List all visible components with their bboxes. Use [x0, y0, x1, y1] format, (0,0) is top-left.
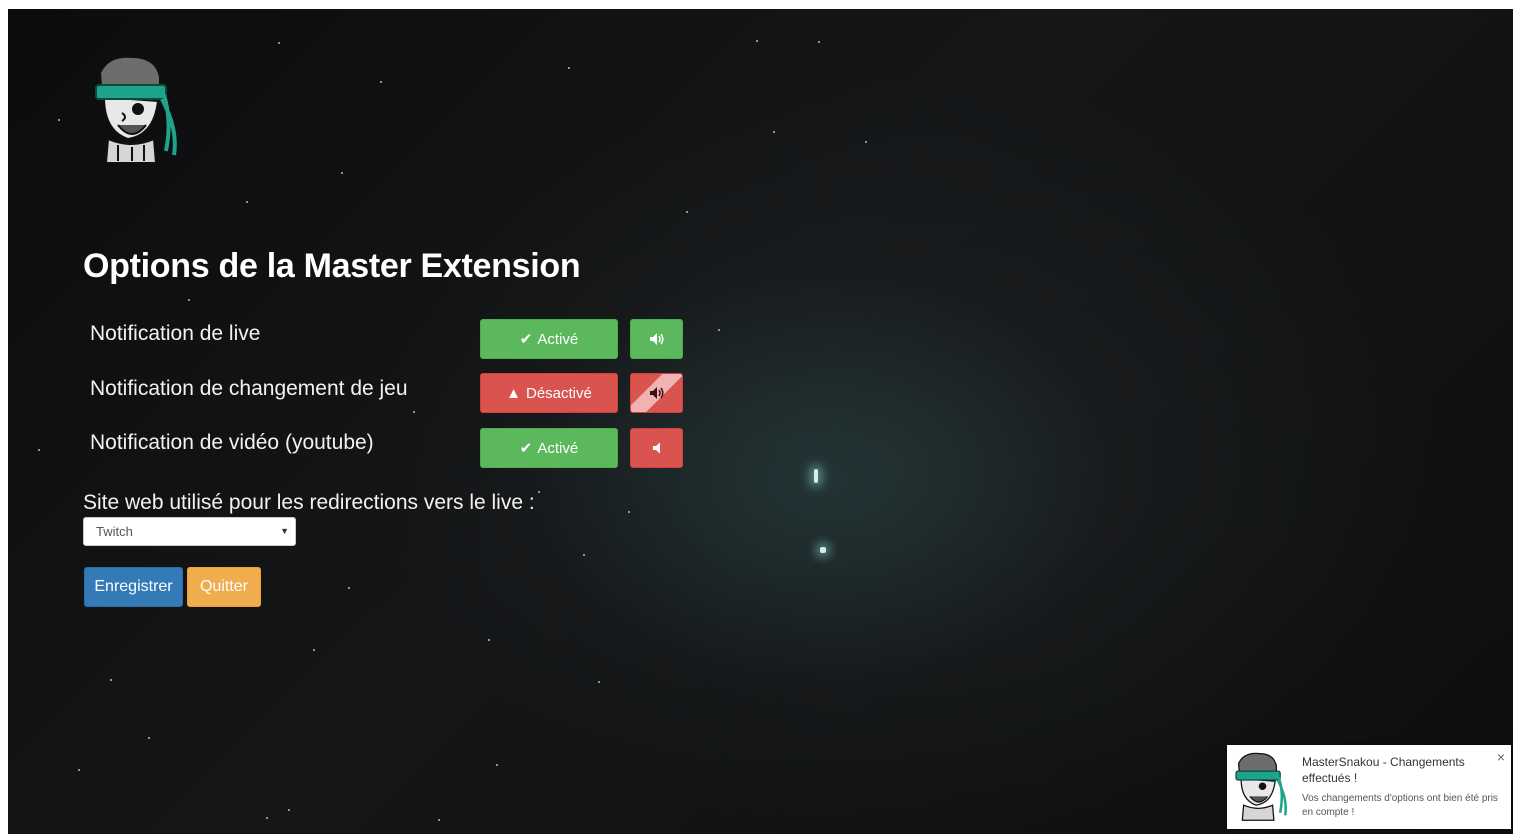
toast-body: Vos changements d'options ont bien été p…	[1302, 793, 1498, 818]
close-icon[interactable]: ×	[1497, 749, 1505, 765]
option-label-game-change: Notification de changement de jeu	[90, 377, 408, 400]
save-button[interactable]: Enregistrer	[84, 567, 183, 607]
video-sound-button[interactable]	[630, 428, 683, 468]
option-label-video: Notification de vidéo (youtube)	[90, 431, 374, 454]
volume-off-icon	[652, 442, 660, 454]
mascot-avatar	[95, 55, 177, 163]
notification-toast[interactable]: MasterSnakou - Changements effectués ! V…	[1227, 745, 1511, 829]
toast-title: MasterSnakou - Changements effectués !	[1302, 755, 1465, 785]
option-label-live: Notification de live	[90, 322, 261, 345]
page-title: Options de la Master Extension	[83, 247, 581, 285]
site-select[interactable]: Twitch ▼	[83, 517, 296, 546]
check-icon: ✔	[519, 331, 533, 348]
dropdown-arrow-icon: ▼	[280, 526, 289, 536]
mascot-avatar	[1235, 752, 1287, 821]
game-change-sound-button[interactable]	[630, 373, 683, 413]
live-sound-button[interactable]	[630, 319, 683, 359]
volume-up-icon	[649, 387, 663, 399]
volume-up-icon	[649, 333, 663, 345]
check-icon: ✔	[519, 440, 533, 457]
space-background	[8, 9, 1513, 834]
site-select-value: Twitch	[96, 524, 133, 539]
warning-icon: ▲	[506, 384, 521, 402]
options-page: Options de la Master Extension Notificat…	[8, 9, 1513, 834]
site-label: Site web utilisé pour les redirections v…	[83, 491, 535, 514]
quit-button[interactable]: Quitter	[187, 567, 261, 607]
live-toggle-button[interactable]: ✔ Activé	[480, 319, 618, 359]
video-toggle-button[interactable]: ✔ Activé	[480, 428, 618, 468]
game-change-toggle-button[interactable]: ▲ Désactivé	[480, 373, 618, 413]
